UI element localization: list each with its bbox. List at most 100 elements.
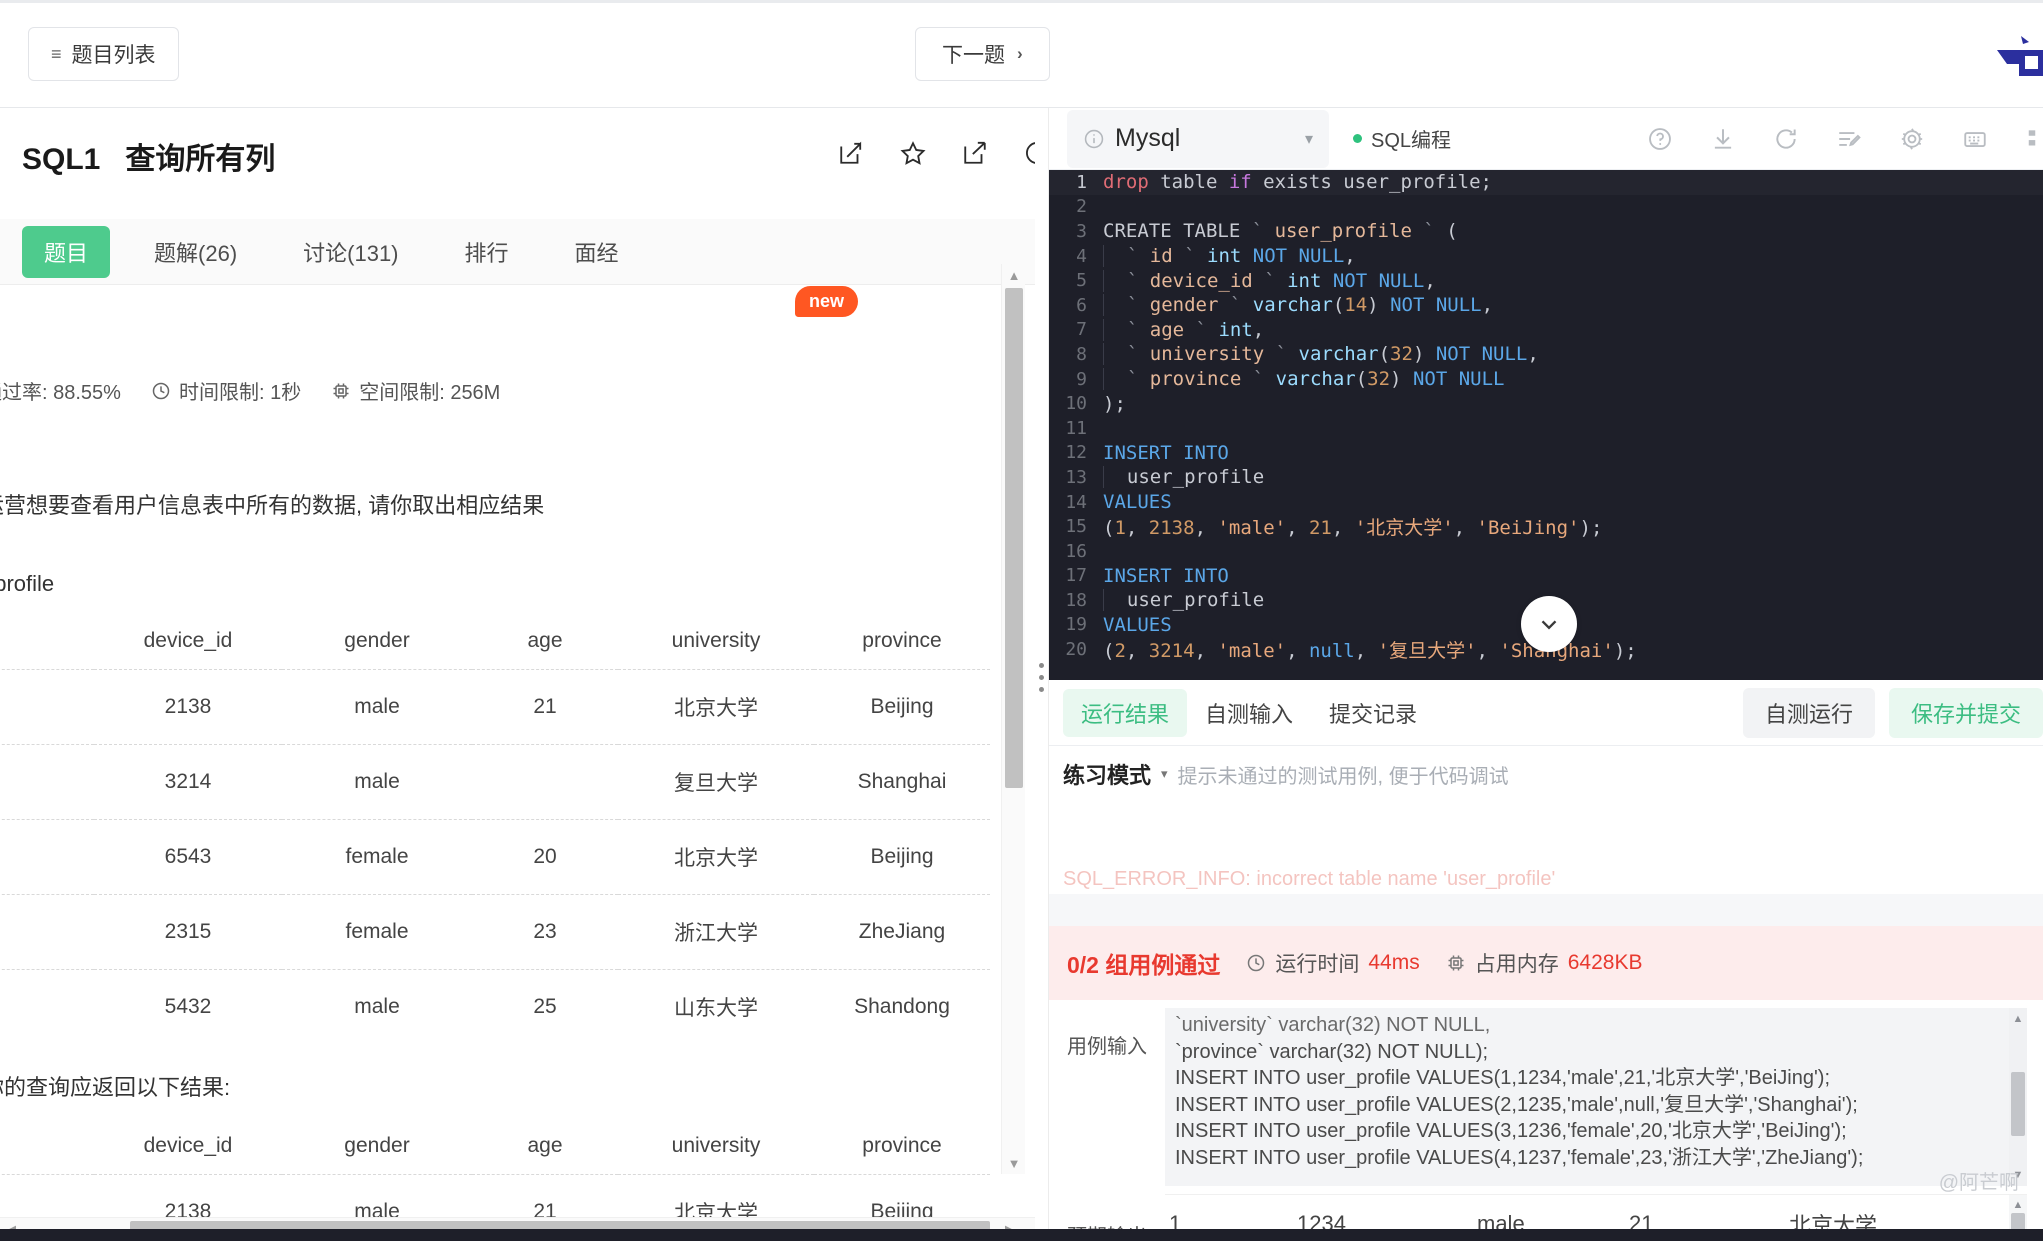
tab-run-result[interactable]: 运行结果 — [1063, 688, 1188, 737]
cell-gender: female — [282, 819, 472, 895]
clock-icon — [152, 382, 170, 399]
practice-mode-label[interactable]: 练习模式 — [1063, 758, 1151, 790]
code-line: 1 drop table if exists user_profile; — [1049, 170, 2043, 195]
keyboard-icon[interactable] — [1962, 126, 1988, 152]
line-number: 18 — [1065, 589, 1087, 611]
scroll-down-arrow-icon[interactable]: ▼ — [2009, 1166, 2027, 1184]
sample-table-1: device_id gender age university province… — [0, 613, 990, 1045]
app-root: ≡ 题目列表 下一题 › SQL1 查询所有列 题目 题解(26) 讨论(131… — [0, 0, 2043, 1241]
case-input-box[interactable]: `university` varchar(32) NOT NULL, `prov… — [1165, 1008, 2027, 1186]
expected-result-label: 你的查询应返回以下结果: — [0, 1075, 231, 1101]
cell-blank — [0, 744, 94, 820]
pass-rate: 通过率: 88.55% — [0, 376, 121, 405]
memory-stat: 占用内存 6428KB — [1446, 948, 1643, 978]
tab-run-result-label: 运行结果 — [1081, 701, 1170, 727]
format-icon[interactable] — [1836, 126, 1862, 152]
save-and-submit-button[interactable]: 保存并提交 — [1888, 687, 2043, 738]
more-icon[interactable] — [2025, 126, 2039, 152]
help-icon[interactable] — [1647, 126, 1673, 152]
line-text: ` device_id ` int NOT NULL, — [1103, 269, 1436, 292]
line-text: VALUES — [1103, 613, 1172, 636]
line-number: 3 — [1076, 220, 1087, 242]
tab-solutions[interactable]: 题解(26) — [132, 226, 259, 278]
line-text: ` gender ` varchar(14) NOT NULL, — [1103, 294, 1493, 317]
gear-icon[interactable] — [1899, 126, 1925, 152]
table-row: 2138 male 21 北京大学 Beijing — [0, 669, 990, 745]
panel-splitter[interactable] — [1035, 108, 1049, 1241]
memory-value: 6428KB — [1567, 951, 1643, 974]
scroll-down-arrow-icon[interactable]: ▼ — [1002, 1152, 1026, 1174]
share-icon[interactable] — [962, 140, 988, 166]
scroll-up-arrow-icon[interactable]: ▲ — [2009, 1010, 2027, 1028]
left-panel-vertical-scrollbar[interactable]: ▲ ▼ — [1001, 264, 1025, 1174]
code-line: 10 ); — [1049, 391, 2043, 416]
clock-icon — [1248, 954, 1265, 972]
chevron-down-icon: ▾ — [1304, 130, 1313, 148]
cell-blank — [0, 894, 94, 970]
tab-self-input[interactable]: 自测输入 — [1187, 689, 1311, 737]
code-line: 12 INSERT INTO — [1049, 441, 2043, 466]
code-line: 6 ` gender ` varchar(14) NOT NULL, — [1049, 293, 2043, 318]
question-list-button[interactable]: ≡ 题目列表 — [28, 26, 179, 81]
collapse-editor-button[interactable] — [1521, 596, 1577, 652]
runtime-label: 运行时间 — [1275, 953, 1360, 976]
chevron-down-icon[interactable]: ▾ — [1161, 766, 1168, 782]
th-province: province — [862, 629, 942, 653]
download-icon[interactable] — [1710, 126, 1736, 152]
memory-icon — [333, 383, 349, 398]
editor-toolbar: Mysql ▾ SQL编程 — [1049, 108, 2043, 170]
tab-question-label: 题目 — [44, 240, 89, 266]
editor-mode: SQL编程 — [1353, 124, 1451, 153]
tab-submit-records[interactable]: 提交记录 — [1311, 689, 1435, 737]
cases-passed-text: 0/2 组用例通过 — [1067, 952, 1221, 978]
scroll-thumb[interactable] — [2011, 1072, 2025, 1136]
tab-solutions-label: 题解(26) — [154, 240, 238, 266]
tab-interview[interactable]: 面经 — [553, 226, 641, 278]
question-actions — [838, 140, 1035, 166]
th-device-id: device_id — [143, 629, 233, 653]
language-selector[interactable]: Mysql ▾ — [1067, 109, 1329, 168]
cell-gender: female — [282, 894, 472, 970]
line-number: 4 — [1076, 245, 1087, 267]
code-line: 17 INSERT INTO — [1049, 564, 2043, 589]
site-logo[interactable] — [1971, 30, 2043, 88]
next-question-button[interactable]: 下一题 › — [915, 27, 1050, 81]
memory-label: 占用内存 — [1474, 953, 1559, 976]
tab-discussion[interactable]: 讨论(131) — [281, 226, 420, 278]
cell-university: 浙江大学 — [618, 894, 814, 970]
line-text: ` age ` int, — [1103, 318, 1264, 341]
star-icon[interactable] — [900, 140, 926, 166]
question-meta: 通过率: 88.55% 时间限制: 1秒 空间限制: 256M — [0, 376, 1022, 405]
scroll-up-arrow-icon[interactable]: ▲ — [2009, 1197, 2027, 1213]
line-number: 6 — [1076, 294, 1087, 316]
line-text: CREATE TABLE ` user_profile ` ( — [1103, 220, 1458, 243]
case-input-scrollbar[interactable]: ▲ ▼ — [2009, 1008, 2027, 1186]
th-gender: gender — [344, 629, 410, 653]
line-text: user_profile — [1103, 589, 1265, 612]
report-icon[interactable] — [1024, 140, 1035, 166]
reset-icon[interactable] — [1773, 126, 1799, 152]
line-text: ` province ` varchar(32) NOT NULL — [1103, 368, 1504, 391]
editor-tool-icons — [1647, 126, 2043, 152]
th-university: university — [671, 629, 761, 653]
scroll-up-arrow-icon[interactable]: ▲ — [1002, 264, 1026, 286]
cell-province: Beijing — [814, 819, 990, 895]
topbar-top-line — [0, 0, 2043, 3]
page-title: SQL1 查询所有列 — [22, 134, 275, 178]
line-number: 5 — [1076, 270, 1087, 292]
line-number: 13 — [1065, 466, 1087, 488]
edit-icon[interactable] — [838, 140, 864, 166]
cell-gender: male — [282, 669, 472, 745]
tab-ranking[interactable]: 排行 — [443, 226, 531, 278]
cell-gender: male — [282, 744, 472, 820]
line-number: 1 — [1076, 171, 1087, 193]
practice-mode-row: 练习模式 ▾ 提示未通过的测试用例, 便于代码调试 — [1049, 746, 2043, 802]
status-dot-icon — [1353, 134, 1362, 143]
line-number: 17 — [1065, 565, 1087, 587]
tab-question[interactable]: 题目 — [22, 225, 111, 278]
self-test-run-button[interactable]: 自测运行 — [1742, 687, 1875, 738]
cell-province: Shandong — [814, 969, 990, 1045]
line-text: ` university ` varchar(32) NOT NULL, — [1103, 343, 1539, 366]
scroll-thumb[interactable] — [1005, 288, 1023, 788]
line-number: 7 — [1076, 319, 1087, 341]
